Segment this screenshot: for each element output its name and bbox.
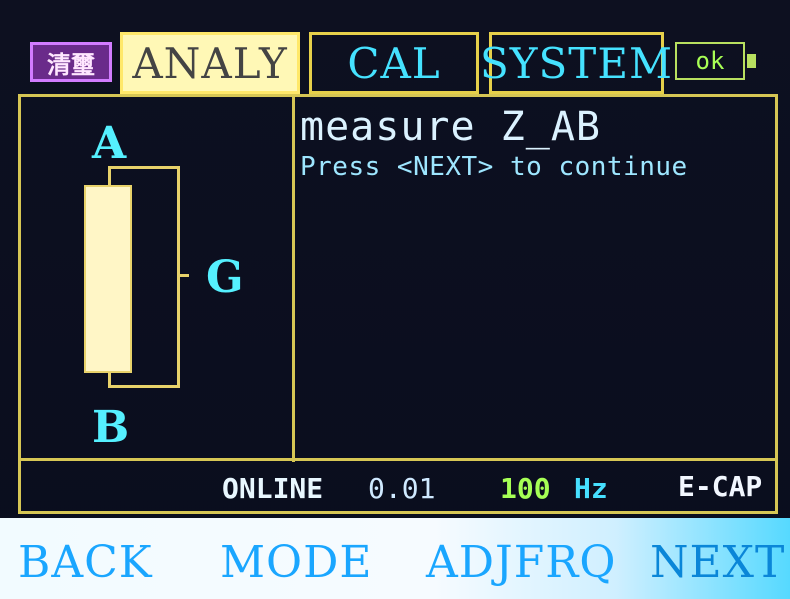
message-subtitle: Press <NEXT> to continue: [300, 152, 688, 182]
next-button[interactable]: NEXT: [650, 532, 785, 592]
online-value: 0.01: [368, 472, 436, 505]
wire-bottom-stub: [108, 372, 111, 388]
panel-divider-horizontal: [18, 458, 778, 461]
message-title: measure Z_AB: [300, 104, 601, 150]
frequency-unit: Hz: [574, 472, 608, 505]
component-body-icon: [84, 185, 132, 373]
battery-status: ok: [675, 42, 745, 80]
terminal-a-label: A: [92, 118, 127, 169]
mode-button[interactable]: MODE: [220, 532, 373, 592]
terminal-g-label: G: [206, 252, 244, 303]
wire-top: [108, 166, 180, 169]
tab-cal[interactable]: CAL: [309, 32, 479, 94]
lcd-screen: 清璽 ANALY CAL SYSTEM ok A B G measure Z_A…: [0, 0, 790, 599]
wire-g-tap: [177, 274, 189, 277]
status-line: ONLINE 0.01 100 Hz E-CAP: [18, 462, 778, 516]
battery-icon: [747, 54, 756, 68]
tab-analy[interactable]: ANALY: [120, 32, 300, 94]
frequency-value: 100: [500, 472, 551, 505]
top-tab-bar: 清璽 ANALY CAL SYSTEM ok: [0, 14, 790, 94]
wire-top-stub: [108, 166, 111, 186]
adjust-frequency-button[interactable]: ADJFRQ: [426, 532, 616, 592]
online-label: ONLINE: [222, 472, 324, 505]
measurement-mode: E-CAP: [678, 470, 763, 503]
tab-system[interactable]: SYSTEM: [480, 32, 672, 94]
brand-logo-icon: 清璽: [30, 42, 112, 82]
battery-status-label: ok: [695, 47, 725, 75]
terminal-b-label: B: [92, 402, 130, 453]
panel-divider-vertical: [292, 94, 295, 462]
wire-right: [177, 166, 180, 388]
back-button[interactable]: BACK: [18, 532, 153, 592]
wire-bottom: [108, 385, 180, 388]
softkey-bar: BACK MODE ADJFRQ NEXT: [0, 518, 790, 599]
